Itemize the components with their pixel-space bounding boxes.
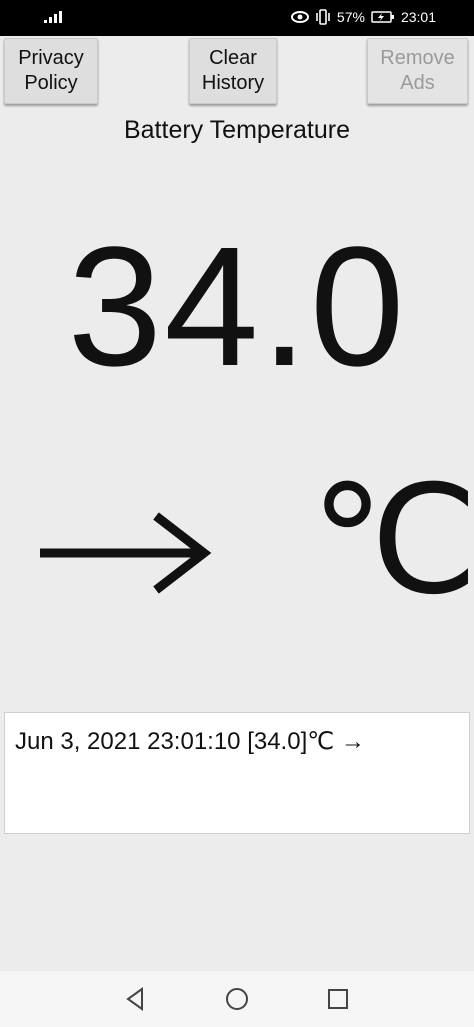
clock: 23:01: [400, 9, 436, 25]
vibrate-icon: [315, 9, 331, 25]
privacy-policy-button[interactable]: Privacy Policy: [4, 38, 98, 104]
signal-icon: [44, 11, 62, 23]
page-title: Battery Temperature: [123, 116, 351, 144]
history-entry: Jun 3, 2021 23:01:10 [34.0]℃ →: [15, 728, 365, 755]
status-bar: 57% 23:01: [0, 0, 474, 36]
eye-icon: [290, 11, 309, 23]
battery-charging-icon: [371, 11, 395, 23]
recents-icon[interactable]: [324, 985, 352, 1013]
home-icon[interactable]: [223, 985, 251, 1013]
battery-percent: 57%: [336, 9, 365, 25]
arrow-right-icon: [40, 512, 212, 594]
temperature-unit: ℃: [310, 456, 474, 624]
history-panel: Jun 3, 2021 23:01:10 [34.0]℃ →: [4, 712, 470, 834]
clear-history-button[interactable]: Clear History: [189, 38, 277, 104]
navigation-bar: [0, 971, 474, 1027]
remove-ads-button[interactable]: Remove Ads: [367, 38, 468, 104]
status-right: 57% 23:01: [290, 9, 436, 25]
back-icon[interactable]: [122, 985, 150, 1013]
temperature-value: 34.0: [67, 212, 407, 402]
